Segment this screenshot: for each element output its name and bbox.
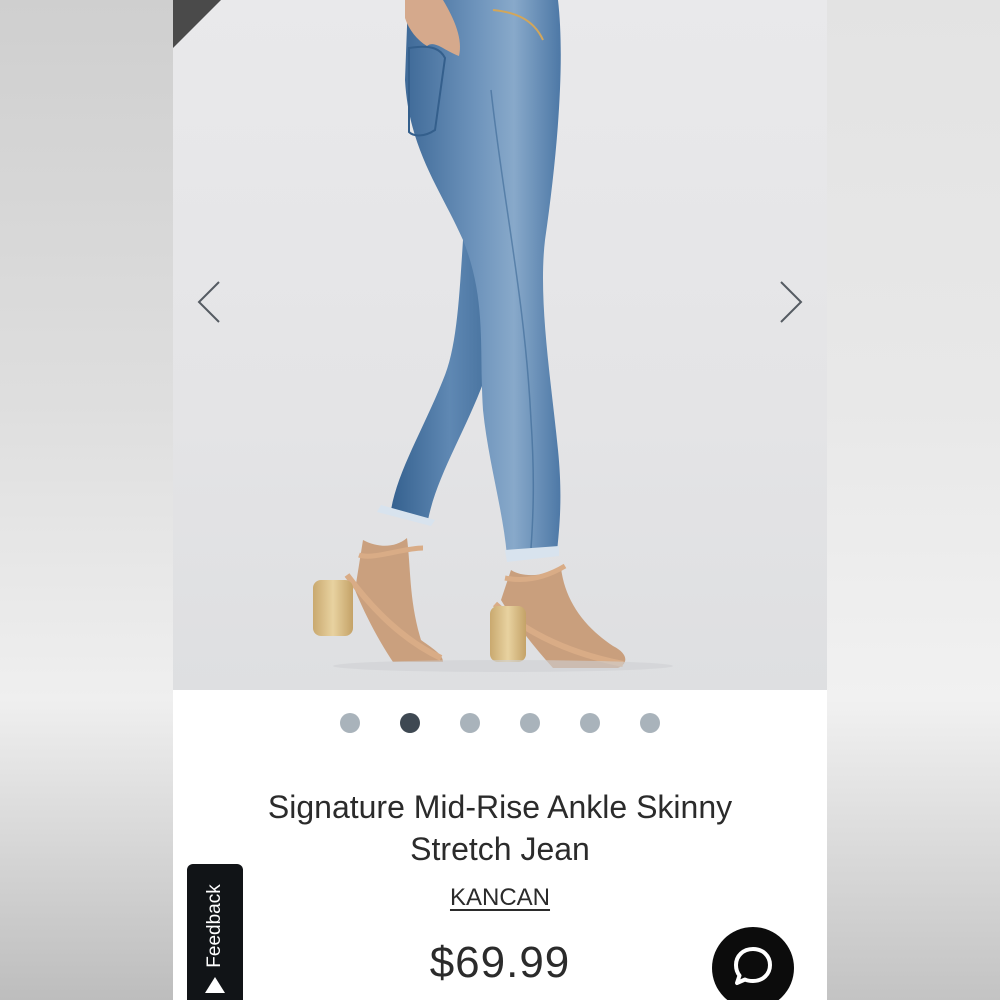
product-image-gallery[interactable] xyxy=(173,0,827,690)
gallery-dot-6[interactable] xyxy=(640,713,660,733)
product-photo xyxy=(313,0,673,672)
corner-badge xyxy=(173,0,221,48)
product-title: Signature Mid-Rise Ankle Skinny Stretch … xyxy=(267,789,733,867)
triangle-up-icon xyxy=(205,977,225,993)
gallery-dot-3[interactable] xyxy=(460,713,480,733)
chat-button[interactable] xyxy=(712,927,794,1000)
gallery-dot-5[interactable] xyxy=(580,713,600,733)
gallery-dot-4[interactable] xyxy=(520,713,540,733)
previous-image-button[interactable] xyxy=(191,280,231,324)
chevron-left-icon xyxy=(197,281,220,323)
feedback-tab[interactable]: Feedback xyxy=(187,864,243,1000)
next-image-button[interactable] xyxy=(769,280,809,324)
feedback-label: Feedback xyxy=(204,884,225,968)
product-page: Signature Mid-Rise Ankle Skinny Stretch … xyxy=(173,0,827,1000)
gallery-dot-1[interactable] xyxy=(340,713,360,733)
blurred-backdrop-left xyxy=(0,0,173,1000)
gallery-dot-2[interactable] xyxy=(400,713,420,733)
blurred-backdrop-right xyxy=(827,0,1000,1000)
chat-bubble-icon xyxy=(734,947,772,985)
chevron-right-icon xyxy=(780,281,803,323)
gallery-pagination xyxy=(173,713,827,733)
brand-link-container: KANCAN xyxy=(173,884,827,912)
brand-link[interactable]: KANCAN xyxy=(450,884,550,911)
